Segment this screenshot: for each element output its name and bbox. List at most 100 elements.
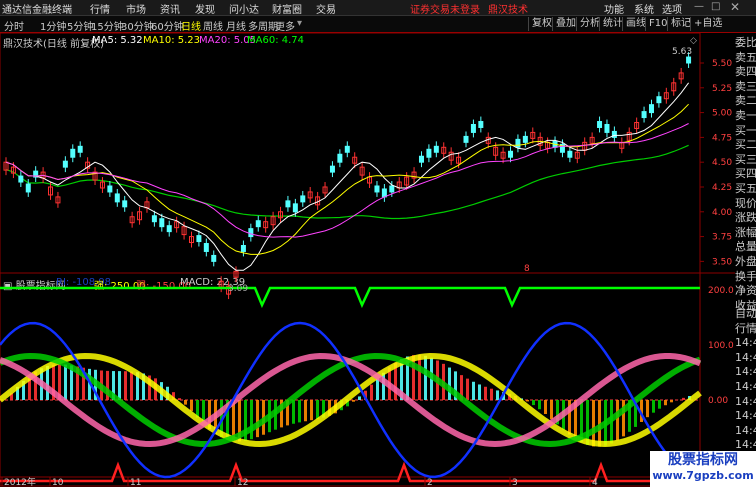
menu-item-system[interactable]: 系统	[634, 1, 654, 16]
ma5-line	[5, 82, 690, 271]
candle-body	[159, 218, 165, 228]
tab-daily[interactable]: 日线	[181, 18, 201, 33]
menu-item-function[interactable]: 功能	[604, 1, 624, 16]
price-axis-label: 5.00	[712, 109, 732, 119]
button-restore-rights[interactable]: 复权	[528, 17, 555, 31]
button-overlay[interactable]: 叠加	[552, 17, 579, 31]
tab-monthly[interactable]: 月线	[226, 18, 246, 33]
quote-sidebar-item: 卖五	[735, 50, 756, 64]
tab-multi-period[interactable]: 多周期	[248, 18, 278, 33]
macd-bar	[46, 365, 49, 400]
price-axis-label: 5.25	[712, 84, 732, 94]
macd-bar	[490, 388, 493, 400]
tab-1min[interactable]: 1分钟	[40, 18, 66, 33]
menu-item-quotes[interactable]: 行情	[90, 1, 110, 16]
candle-body	[374, 185, 380, 193]
button-add-watchlist[interactable]: +自选	[690, 17, 725, 31]
quote-sidebar-item: 委比	[735, 36, 756, 49]
watermark-logo: 股票指标网 www.7gpzb.com	[650, 451, 756, 487]
menu-item-wealth[interactable]: 财富圈	[272, 1, 302, 16]
quote-sidebar-item: 现价	[735, 196, 756, 210]
menu-item-ask[interactable]: 问小达	[229, 1, 259, 16]
diamond-icon[interactable]: ◇	[690, 36, 697, 46]
indicator-axis-label: 100.0	[708, 341, 734, 351]
chart-area[interactable]: 5.50 5.25 5.00 4.75 4.50 4.25 4.00 3.75 3.50 200…	[0, 33, 735, 487]
close-icon[interactable]: ✕	[730, 0, 740, 14]
marker-label: 8	[524, 264, 530, 274]
login-notice[interactable]: 证券交易未登录	[410, 1, 480, 16]
tab-30min[interactable]: 30分钟	[121, 18, 154, 33]
candle-body	[508, 150, 514, 158]
price-axis-label: 5.50	[712, 59, 732, 69]
time-axis-label: 2012年	[4, 476, 36, 487]
tick-sidebar-item: 行情	[735, 321, 756, 335]
macd-bar	[256, 400, 259, 438]
macd-bar	[292, 400, 295, 424]
quote-sidebar-item: 外盘	[735, 254, 756, 268]
app-title: 通达信金融终端	[2, 5, 72, 16]
candle-body	[114, 193, 120, 203]
quote-sidebar-item: 买一	[735, 123, 756, 137]
candle-body	[300, 195, 306, 203]
menu-bar: 通达信金融终端 行情 市场 资讯 发现 问小达 财富圈 交易 证券交易未登录 鼎…	[0, 0, 756, 16]
tab-more[interactable]: 更多	[275, 18, 295, 33]
candle-body	[107, 185, 113, 193]
quote-sidebar-item: 买三	[735, 152, 756, 166]
quote-sidebar-item: 卖二	[735, 94, 756, 108]
macd-bar	[478, 384, 481, 400]
candle-body	[344, 145, 350, 153]
candle-body	[211, 254, 217, 262]
quote-sidebar-item: 净资	[735, 284, 756, 298]
time-axis-label: 3	[512, 478, 518, 487]
macd-bar	[658, 400, 661, 409]
quote-sidebar-item: 卖三	[735, 79, 756, 93]
price-axis-label: 4.25	[712, 183, 732, 193]
chevron-down-icon[interactable]: ▾	[297, 18, 302, 29]
period-toolbar: 分时 1分钟 5分钟 15分钟 30分钟 60分钟 日线 周线 月线 多周期 更…	[0, 16, 756, 33]
maximize-icon[interactable]: □	[711, 1, 720, 12]
candle-body	[166, 225, 172, 233]
price-axis-label: 3.75	[712, 233, 732, 243]
macd-bar	[484, 386, 487, 400]
macd-bar	[466, 378, 469, 400]
macd-bar	[646, 400, 649, 418]
macd-bar	[250, 400, 253, 440]
stock-name: 鼎汉技术	[488, 5, 528, 16]
candle-body	[381, 188, 387, 198]
tab-15min[interactable]: 15分钟	[91, 18, 124, 33]
menu-item-market[interactable]: 市场	[126, 1, 146, 16]
price-axis-label: 4.50	[712, 158, 732, 168]
tick-sidebar-item: 14:4	[735, 350, 756, 364]
minimize-icon[interactable]: —	[694, 1, 704, 12]
watermark-url: www.7gpzb.com	[652, 469, 754, 482]
tab-60min[interactable]: 60分钟	[151, 18, 184, 33]
quote-sidebar: 委比 卖五 卖四 卖三 卖二 卖一 买一 买二 买三 买四 买五 现价 涨跌 涨幅 总量 外盘 换手 净资 收益	[735, 36, 756, 313]
time-axis-label: 11	[130, 478, 141, 487]
macd-bar	[124, 371, 127, 400]
menu-item-trade[interactable]: 交易	[316, 1, 336, 16]
candle-body	[604, 123, 610, 133]
tab-weekly[interactable]: 周线	[203, 18, 223, 33]
macd-bar	[418, 354, 421, 400]
menu-item-news[interactable]: 资讯	[160, 1, 180, 16]
candle-body	[522, 135, 528, 143]
macd-bar	[526, 400, 529, 402]
tick-sidebar-item: 14:4	[735, 423, 756, 437]
tab-timeshare[interactable]: 分时	[4, 18, 24, 33]
menu-item-discover[interactable]: 发现	[195, 1, 215, 16]
candle-body	[292, 203, 298, 213]
quote-sidebar-item: 卖一	[735, 108, 756, 122]
candle-body	[248, 228, 254, 238]
tab-5min[interactable]: 5分钟	[67, 18, 93, 33]
macd-bar	[448, 367, 451, 400]
quote-sidebar-item: 总量	[735, 240, 756, 254]
price-low-label: 3.09	[228, 284, 248, 294]
macd-bar	[130, 371, 133, 400]
macd-bar	[352, 400, 355, 402]
macd-bar	[424, 355, 427, 400]
macd-bar	[652, 400, 655, 413]
candle-body	[686, 56, 692, 64]
tick-sidebar-item: 自动	[735, 307, 756, 320]
candle-body	[389, 185, 395, 193]
menu-item-options[interactable]: 选项	[662, 1, 682, 16]
